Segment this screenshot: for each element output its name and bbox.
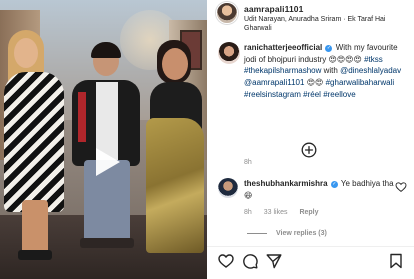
caption-emoji: 😍😍: [306, 78, 324, 88]
comment-likes-count[interactable]: 33 likes: [264, 209, 288, 216]
caption-text: ranichatterjeeofficial ✓ With my favouri…: [244, 42, 410, 101]
caption-with: with: [323, 66, 338, 76]
hashtag[interactable]: #tkss: [364, 55, 383, 64]
mention[interactable]: @aamrapali1101: [244, 78, 304, 87]
replies-divider-line: [247, 233, 267, 234]
caption-username[interactable]: ranichatterjeeofficial: [244, 43, 322, 52]
reply-button[interactable]: Reply: [299, 209, 318, 216]
hashtag[interactable]: #gharwalibaharwali: [326, 78, 394, 87]
woman-right-saree: [146, 118, 204, 253]
caption-timestamp[interactable]: 8h: [244, 159, 252, 166]
post-header: aamrapali1101 Udit Narayan, Anuradha Sri…: [207, 0, 414, 36]
comment-item: theshubhankarmishra ✓ Ye badhiya tha 😆 8…: [207, 176, 414, 226]
view-replies-label: View replies (3): [276, 230, 327, 237]
woman-left-face: [14, 38, 38, 68]
heart-icon: [395, 182, 407, 192]
woman-left-dress: [4, 72, 64, 212]
commenter-username[interactable]: theshubhankarmishra: [244, 179, 328, 188]
share-button[interactable]: [266, 253, 282, 269]
audio-track[interactable]: Udit Narayan, Anuradha Sriram · Ek Taraf…: [244, 15, 409, 33]
commenter-avatar[interactable]: [218, 178, 238, 198]
comment-meta: 8h 33 likes Reply: [244, 209, 329, 216]
heart-icon: [218, 254, 234, 268]
man-center-shoes: [80, 238, 134, 248]
plus-circle-icon: [301, 142, 317, 158]
man-center-stripe: [78, 92, 86, 142]
verified-badge-icon: ✓: [330, 181, 338, 188]
post-side-panel: aamrapali1101 Udit Narayan, Anuradha Sri…: [207, 0, 414, 279]
hashtag[interactable]: #reelsinstagram: [244, 90, 301, 99]
play-button[interactable]: [83, 140, 127, 184]
woman-left-legs: [22, 200, 48, 254]
send-icon: [266, 254, 282, 269]
comment-text: theshubhankarmishra ✓ Ye badhiya tha 😆: [244, 178, 394, 202]
like-button[interactable]: [218, 253, 234, 269]
bookmark-icon: [390, 253, 402, 269]
woman-right-face: [162, 48, 188, 80]
view-replies-button[interactable]: View replies (3): [247, 230, 327, 237]
caption-avatar[interactable]: [218, 42, 240, 64]
save-button[interactable]: [388, 253, 404, 269]
author-avatar[interactable]: [216, 2, 238, 24]
comment-button[interactable]: [242, 253, 258, 269]
play-icon: [96, 148, 120, 176]
mention[interactable]: @dineshlalyadav: [340, 66, 401, 75]
author-username[interactable]: aamrapali1101: [244, 4, 303, 14]
comment-like-button[interactable]: [395, 180, 407, 192]
post-actions: [207, 250, 414, 272]
reel-video[interactable]: [0, 0, 207, 279]
woman-left-shoes: [18, 250, 52, 260]
verified-badge-icon: ✓: [325, 45, 333, 52]
actions-divider: [207, 246, 414, 247]
comment-timestamp[interactable]: 8h: [244, 209, 252, 216]
hashtag[interactable]: #réel: [303, 90, 321, 99]
hashtag[interactable]: #reellove: [323, 90, 355, 99]
hashtag[interactable]: #thekapilsharmashow: [244, 66, 321, 75]
comment-icon: [243, 254, 258, 269]
load-more-comments-button[interactable]: [300, 141, 318, 159]
